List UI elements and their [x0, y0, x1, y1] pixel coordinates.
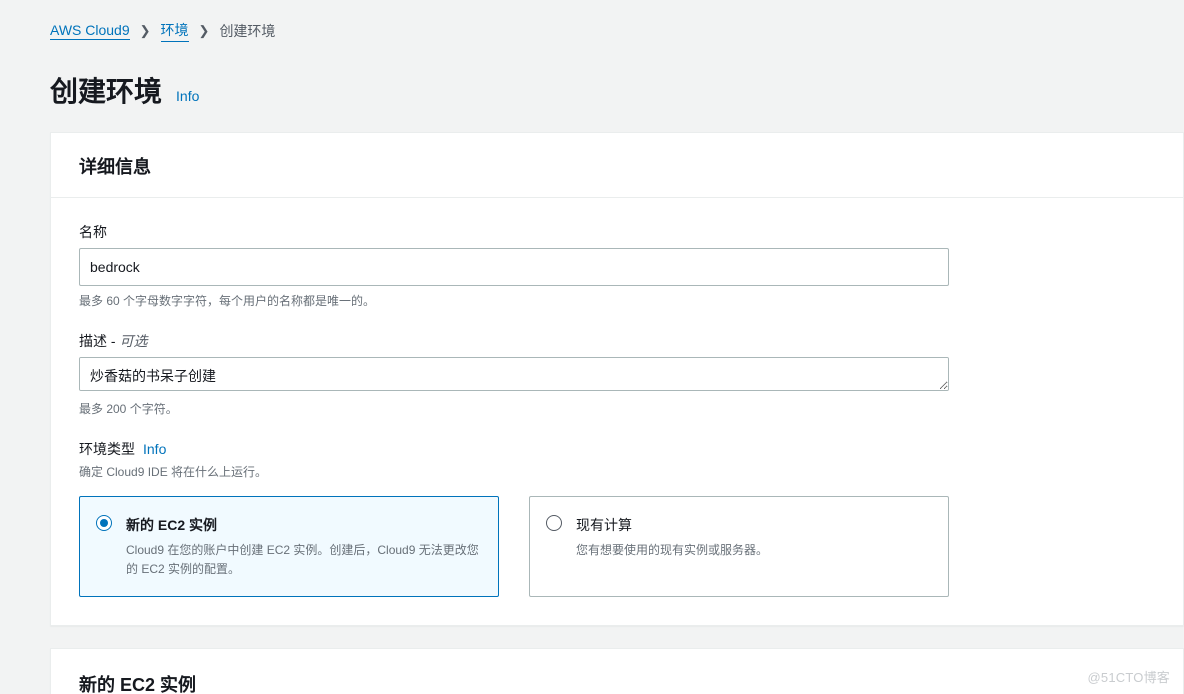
- chevron-right-icon: ❯: [140, 23, 151, 39]
- panel-details-title: 详细信息: [51, 133, 1183, 197]
- tile-new-ec2-title: 新的 EC2 实例: [126, 515, 480, 535]
- panel-new-ec2-title: 新的 EC2 实例: [51, 649, 1183, 694]
- field-name: 名称 最多 60 个字母数字字符，每个用户的名称都是唯一的。: [79, 222, 1155, 309]
- description-textarea[interactable]: 炒香菇的书呆子创建: [79, 357, 949, 391]
- page-title-info-link[interactable]: Info: [176, 88, 199, 104]
- env-type-tiles: 新的 EC2 实例 Cloud9 在您的账户中创建 EC2 实例。创建后，Clo…: [79, 496, 1155, 597]
- description-hint: 最多 200 个字符。: [79, 400, 1155, 417]
- chevron-right-icon: ❯: [199, 23, 210, 39]
- description-label-sep: -: [107, 333, 119, 349]
- page-heading: 创建环境 Info: [50, 70, 1184, 110]
- radio-icon: [546, 515, 562, 531]
- radio-icon: [96, 515, 112, 531]
- description-label-optional: 可选: [119, 333, 147, 349]
- breadcrumb-current: 创建环境: [219, 21, 275, 41]
- tile-existing-compute[interactable]: 现有计算 您有想要使用的现有实例或服务器。: [529, 496, 949, 597]
- description-label: 描述 - 可选: [79, 331, 1155, 351]
- watermark: @51CTO博客: [1088, 667, 1170, 686]
- tile-existing-compute-desc: 您有想要使用的现有实例或服务器。: [576, 541, 930, 560]
- name-hint: 最多 60 个字母数字字符，每个用户的名称都是唯一的。: [79, 292, 1155, 309]
- name-label: 名称: [79, 222, 1155, 242]
- tile-new-ec2-desc: Cloud9 在您的账户中创建 EC2 实例。创建后，Cloud9 无法更改您的…: [126, 541, 480, 578]
- panel-new-ec2: 新的 EC2 实例: [50, 648, 1184, 694]
- breadcrumb-link-environments[interactable]: 环境: [161, 20, 189, 42]
- env-type-sublabel: 确定 Cloud9 IDE 将在什么上运行。: [79, 463, 1155, 480]
- breadcrumb: AWS Cloud9 ❯ 环境 ❯ 创建环境: [50, 20, 1184, 42]
- name-input[interactable]: [79, 248, 949, 286]
- page-title: 创建环境: [50, 70, 162, 110]
- breadcrumb-link-cloud9[interactable]: AWS Cloud9: [50, 22, 130, 40]
- field-env-type: 环境类型 Info 确定 Cloud9 IDE 将在什么上运行。 新的 EC2 …: [79, 439, 1155, 597]
- env-type-info-link[interactable]: Info: [143, 441, 166, 457]
- tile-new-ec2[interactable]: 新的 EC2 实例 Cloud9 在您的账户中创建 EC2 实例。创建后，Clo…: [79, 496, 499, 597]
- panel-details: 详细信息 名称 最多 60 个字母数字字符，每个用户的名称都是唯一的。 描述 -…: [50, 132, 1184, 626]
- field-description: 描述 - 可选 炒香菇的书呆子创建 最多 200 个字符。: [79, 331, 1155, 417]
- description-label-main: 描述: [79, 333, 107, 349]
- tile-existing-compute-title: 现有计算: [576, 515, 930, 535]
- env-type-label: 环境类型: [79, 439, 135, 459]
